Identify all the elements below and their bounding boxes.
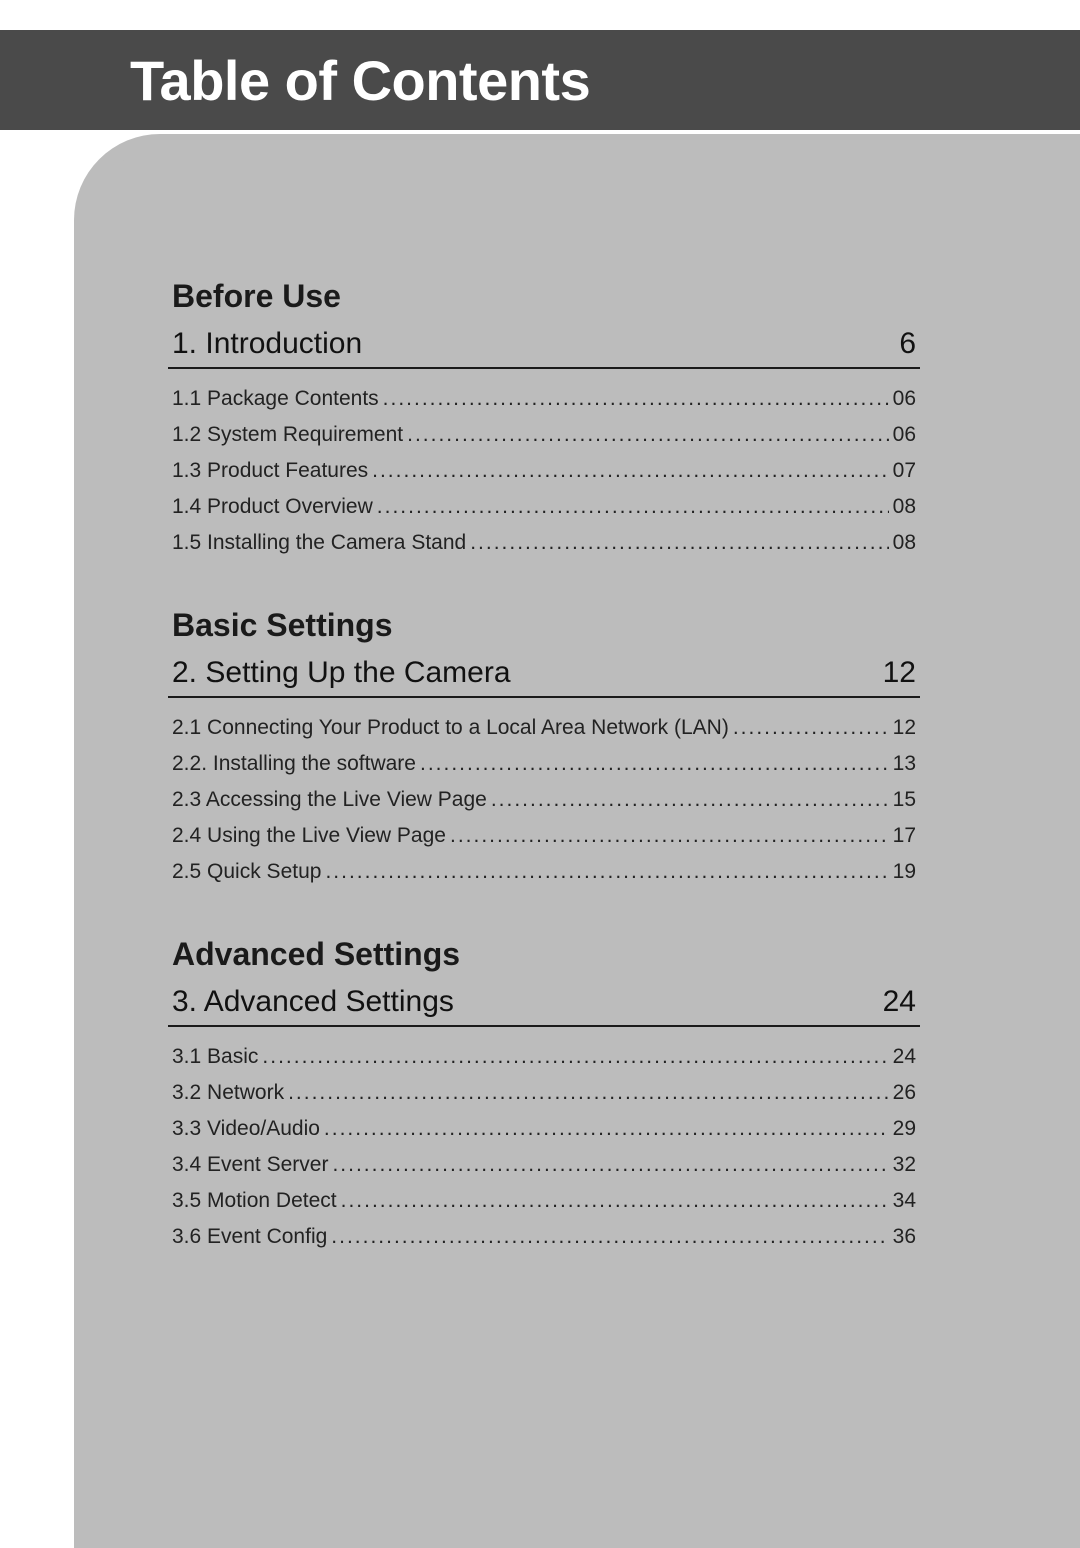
toc-entry: 3.5 Motion Detect 34: [168, 1183, 920, 1219]
section-before-use: Before Use 1. Introduction 6 1.1 Package…: [168, 278, 920, 561]
chapter-row: 3. Advanced Settings 24: [168, 981, 920, 1027]
entry-label: 1.1 Package Contents: [172, 387, 379, 411]
toc-entry: 3.6 Event Config 36: [168, 1219, 920, 1255]
entry-page: 24: [893, 1045, 916, 1069]
entry-page: 34: [893, 1189, 916, 1213]
leader-dots: [332, 1153, 888, 1177]
entry-label: 3.5 Motion Detect: [172, 1189, 337, 1213]
entry-label: 3.2 Network: [172, 1081, 284, 1105]
entry-label: 2.4 Using the Live View Page: [172, 824, 446, 848]
toc-entry: 2.2. Installing the software 13: [168, 746, 920, 782]
entry-page: 08: [893, 495, 916, 519]
leader-dots: [377, 495, 889, 519]
entry-label: 2.3 Accessing the Live View Page: [172, 788, 487, 812]
entry-label: 2.5 Quick Setup: [172, 860, 321, 884]
entry-page: 06: [893, 423, 916, 447]
toc-entry: 1.2 System Requirement 06: [168, 417, 920, 453]
sub-list: 1.1 Package Contents 06 1.2 System Requi…: [168, 381, 920, 561]
leader-dots: [420, 752, 889, 776]
leader-dots: [470, 531, 888, 555]
entry-page: 17: [893, 824, 916, 848]
toc-entry: 3.3 Video/Audio 29: [168, 1111, 920, 1147]
chapter-num: 3.: [172, 985, 197, 1018]
entry-label: 1.2 System Requirement: [172, 423, 403, 447]
chapter-title: 1. Introduction: [172, 327, 362, 361]
toc-entry: 2.5 Quick Setup 19: [168, 854, 920, 890]
chapter-page: 6: [899, 327, 916, 361]
entry-page: 19: [893, 860, 916, 884]
entry-label: 1.4 Product Overview: [172, 495, 373, 519]
entry-label: 1.5 Installing the Camera Stand: [172, 531, 466, 555]
leader-dots: [262, 1045, 888, 1069]
toc-entry: 2.1 Connecting Your Product to a Local A…: [168, 710, 920, 746]
leader-dots: [325, 860, 888, 884]
page-title: Table of Contents: [130, 48, 590, 113]
toc-entry: 1.1 Package Contents 06: [168, 381, 920, 417]
toc-entry: 3.2 Network 26: [168, 1075, 920, 1111]
entry-page: 26: [893, 1081, 916, 1105]
leader-dots: [331, 1225, 888, 1249]
chapter-title: 2. Setting Up the Camera: [172, 656, 511, 690]
entry-page: 08: [893, 531, 916, 555]
leader-dots: [407, 423, 889, 447]
toc-entry: 3.4 Event Server 32: [168, 1147, 920, 1183]
section-header: Advanced Settings: [168, 936, 920, 973]
entry-page: 36: [893, 1225, 916, 1249]
leader-dots: [288, 1081, 889, 1105]
chapter-num: 1.: [172, 327, 197, 360]
leader-dots: [450, 824, 889, 848]
leader-dots: [733, 716, 889, 740]
toc-entry: 1.4 Product Overview 08: [168, 489, 920, 525]
entry-page: 12: [893, 716, 916, 740]
leader-dots: [324, 1117, 889, 1141]
entry-page: 06: [893, 387, 916, 411]
entry-label: 3.4 Event Server: [172, 1153, 328, 1177]
toc-panel: Before Use 1. Introduction 6 1.1 Package…: [88, 148, 1080, 1548]
chapter-title: 3. Advanced Settings: [172, 985, 454, 1019]
section-header: Before Use: [168, 278, 920, 315]
entry-label: 3.1 Basic: [172, 1045, 258, 1069]
section-advanced-settings: Advanced Settings 3. Advanced Settings 2…: [168, 936, 920, 1255]
toc-entry: 2.3 Accessing the Live View Page 15: [168, 782, 920, 818]
sub-list: 3.1 Basic 24 3.2 Network 26 3.3 Video/Au…: [168, 1039, 920, 1255]
entry-label: 3.3 Video/Audio: [172, 1117, 320, 1141]
section-basic-settings: Basic Settings 2. Setting Up the Camera …: [168, 607, 920, 890]
leader-dots: [341, 1189, 889, 1213]
chapter-page: 24: [883, 985, 916, 1019]
entry-page: 29: [893, 1117, 916, 1141]
leader-dots: [491, 788, 889, 812]
toc-entry: 1.5 Installing the Camera Stand 08: [168, 525, 920, 561]
chapter-row: 1. Introduction 6: [168, 323, 920, 369]
entry-label: 2.1 Connecting Your Product to a Local A…: [172, 716, 729, 740]
leader-dots: [372, 459, 889, 483]
toc-entry: 3.1 Basic 24: [168, 1039, 920, 1075]
toc-entry: 2.4 Using the Live View Page 17: [168, 818, 920, 854]
chapter-page: 12: [883, 656, 916, 690]
entry-label: 3.6 Event Config: [172, 1225, 327, 1249]
section-header: Basic Settings: [168, 607, 920, 644]
title-bar: Table of Contents: [0, 30, 1080, 130]
entry-page: 15: [893, 788, 916, 812]
entry-page: 32: [893, 1153, 916, 1177]
chapter-num: 2.: [172, 656, 197, 689]
chapter-name: Introduction: [205, 327, 362, 360]
entry-label: 1.3 Product Features: [172, 459, 368, 483]
entry-page: 13: [893, 752, 916, 776]
entry-page: 07: [893, 459, 916, 483]
chapter-name: Advanced Settings: [204, 985, 454, 1018]
chapter-row: 2. Setting Up the Camera 12: [168, 652, 920, 698]
leader-dots: [383, 387, 889, 411]
toc-entry: 1.3 Product Features 07: [168, 453, 920, 489]
sub-list: 2.1 Connecting Your Product to a Local A…: [168, 710, 920, 890]
entry-label: 2.2. Installing the software: [172, 752, 416, 776]
chapter-name: Setting Up the Camera: [205, 656, 510, 689]
